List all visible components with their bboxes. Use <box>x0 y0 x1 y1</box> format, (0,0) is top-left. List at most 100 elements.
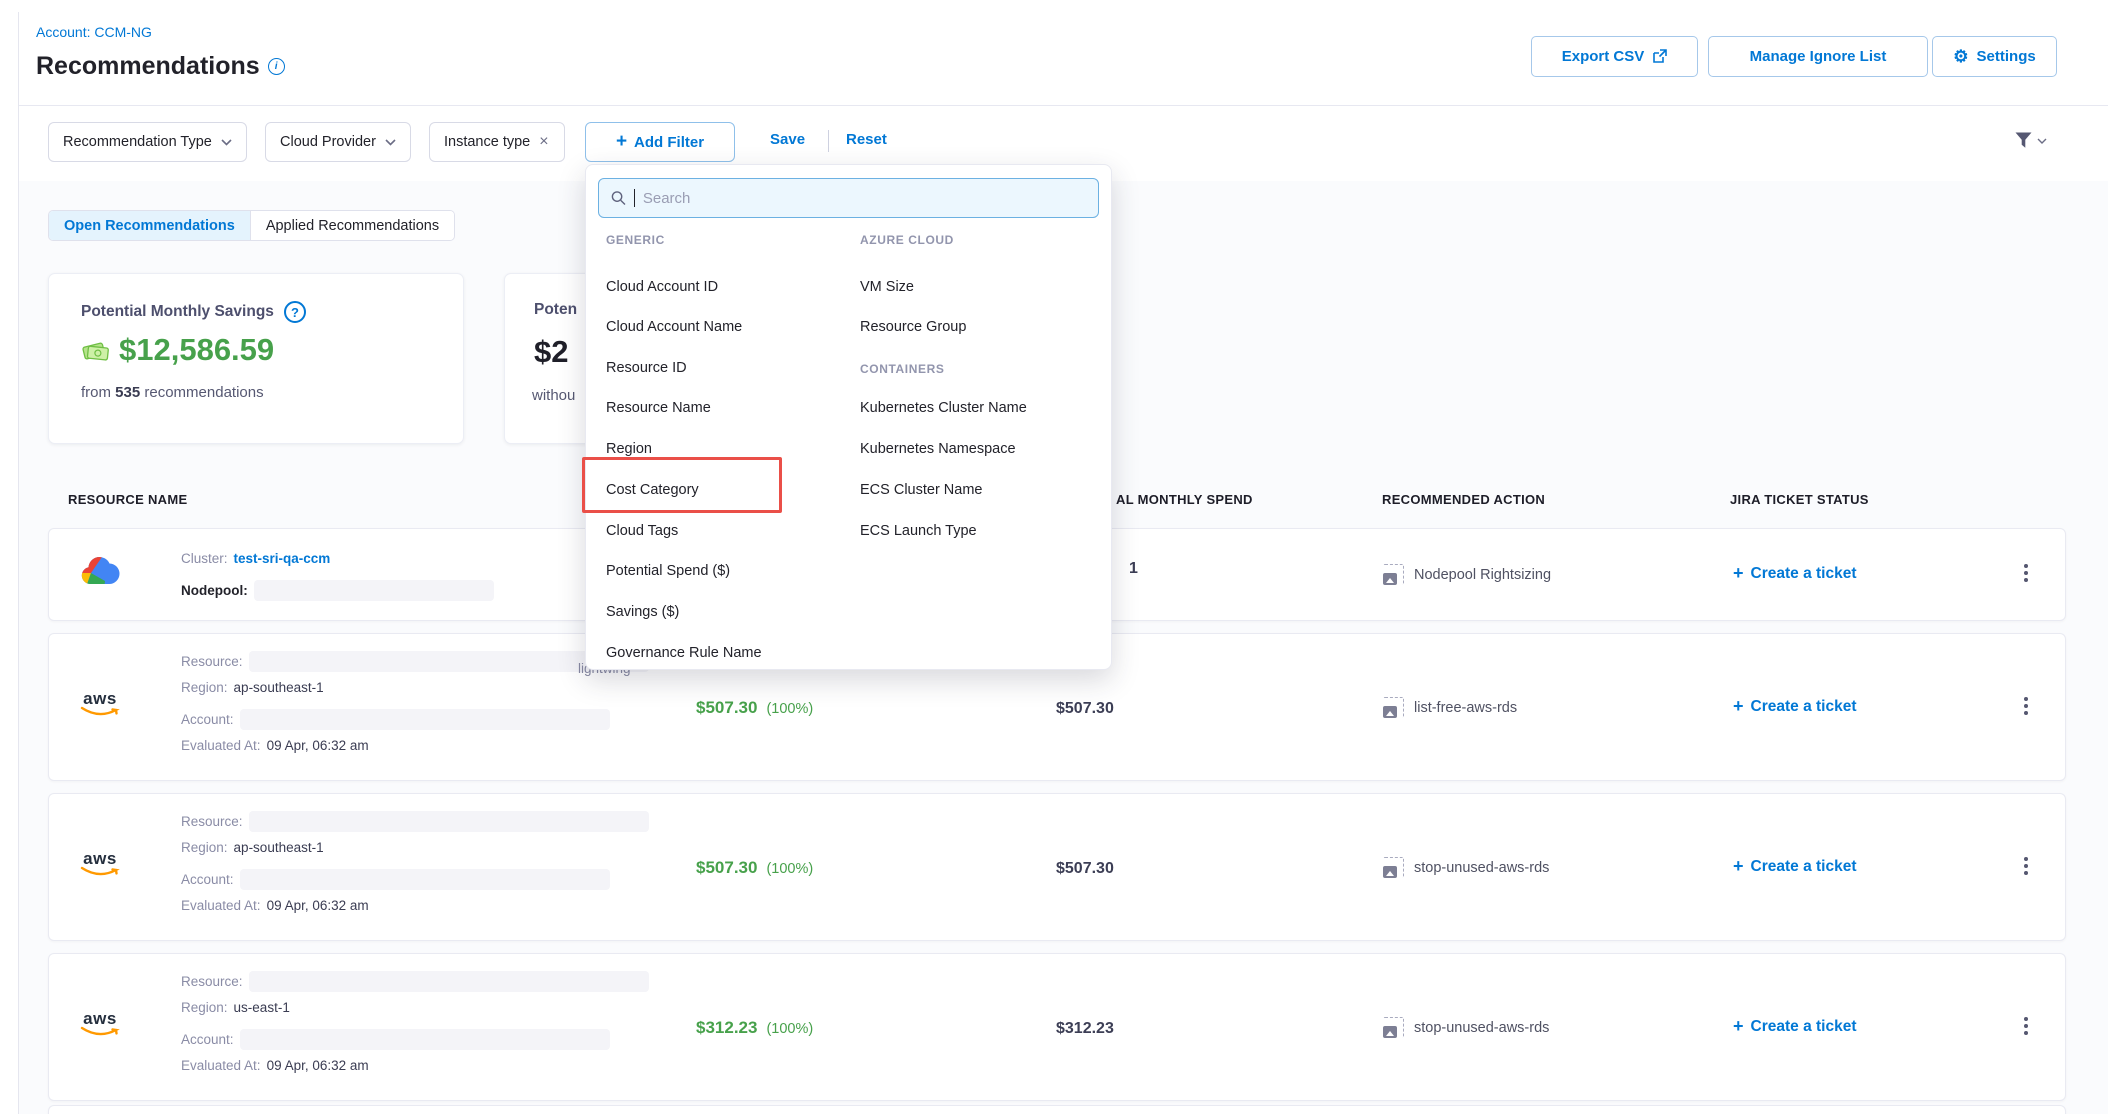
help-icon[interactable]: ? <box>284 301 306 323</box>
tab-open-recommendations[interactable]: Open Recommendations <box>49 211 250 240</box>
filter-option-cost-category[interactable]: Cost Category <box>606 482 699 498</box>
recommended-action-value: stop-unused-aws-rds <box>1414 1020 1549 1036</box>
second-card-title-fragment: Poten <box>534 301 577 319</box>
broken-image-icon <box>1383 1017 1404 1038</box>
settings-button[interactable]: ⚙ Settings <box>1932 36 2057 77</box>
plus-icon: + <box>1733 563 1744 584</box>
recommendations-tabs: Open Recommendations Applied Recommendat… <box>48 210 455 241</box>
evaluated-label: Evaluated At: <box>181 898 261 913</box>
chevron-down-icon <box>2037 138 2047 144</box>
filter-option-cloud-account-name[interactable]: Cloud Account Name <box>606 319 742 335</box>
search-input[interactable] <box>643 190 1086 207</box>
create-ticket-link[interactable]: + Create a ticket <box>1733 696 1857 717</box>
filter-option-resource-name[interactable]: Resource Name <box>606 400 711 416</box>
filter-option-kubernetes-namespace[interactable]: Kubernetes Namespace <box>860 441 1016 457</box>
aws-icon: aws <box>78 692 122 718</box>
close-icon[interactable]: × <box>539 133 548 151</box>
savings-percent: (100%) <box>766 1021 813 1037</box>
account-label: Account: <box>181 712 234 727</box>
chevron-down-icon <box>385 139 396 146</box>
tab-applied-recommendations[interactable]: Applied Recommendations <box>250 211 454 240</box>
create-ticket-link[interactable]: + Create a ticket <box>1733 563 1857 584</box>
create-ticket-link[interactable]: + Create a ticket <box>1733 856 1857 877</box>
chevron-down-icon <box>221 139 232 146</box>
save-filter-link[interactable]: Save <box>770 131 805 148</box>
recommendations-page: Account: CCM-NG Recommendations i Export… <box>0 0 2108 1114</box>
savings-value: $312.23 <box>696 1018 757 1038</box>
plus-icon: + <box>1733 1016 1744 1037</box>
evaluated-label: Evaluated At: <box>181 738 261 753</box>
broken-image-icon <box>1383 857 1404 878</box>
cluster-link[interactable]: test-sri-qa-ccm <box>234 551 331 566</box>
account-label: Account: <box>181 1032 234 1047</box>
savings-amount: $12,586.59 <box>119 332 274 368</box>
filter-option-region[interactable]: Region <box>606 441 652 457</box>
filter-chip-cloud-provider[interactable]: Cloud Provider <box>265 122 411 162</box>
savings-value: $507.30 <box>696 858 757 878</box>
filter-option-ecs-launch-type[interactable]: ECS Launch Type <box>860 523 977 539</box>
filter-option-ecs-cluster-name[interactable]: ECS Cluster Name <box>860 482 982 498</box>
table-row[interactable]: aws Resource: Region:us-east-1 Account: … <box>48 953 2066 1101</box>
recommended-action-value: Nodepool Rightsizing <box>1414 567 1551 583</box>
redacted-resource-value <box>249 971 649 992</box>
plus-icon: + <box>1733 856 1744 877</box>
filter-chip-instance-type[interactable]: Instance type × <box>429 122 565 162</box>
add-filter-dropdown: GENERIC Cloud Account ID Cloud Account N… <box>585 164 1112 670</box>
filter-option-governance-rule-name[interactable]: Governance Rule Name <box>606 645 762 661</box>
resource-label: Resource: <box>181 974 243 989</box>
evaluated-value: 09 Apr, 06:32 am <box>267 898 369 913</box>
savings-percent: (100%) <box>766 861 813 877</box>
row-menu-button[interactable] <box>2017 561 2035 585</box>
add-filter-button[interactable]: + Add Filter <box>585 122 735 162</box>
info-icon[interactable]: i <box>268 58 285 75</box>
savings-value: $507.30 <box>696 698 757 718</box>
section-header-containers: CONTAINERS <box>860 362 944 376</box>
spend-value: $507.30 <box>1056 860 1114 878</box>
column-header-resource-name: RESOURCE NAME <box>68 492 187 507</box>
redacted-resource-value <box>249 811 649 832</box>
column-header-recommended-action: RECOMMENDED ACTION <box>1382 492 1545 507</box>
table-row[interactable] <box>48 1105 2066 1114</box>
money-icon <box>81 338 111 363</box>
filter-option-resource-id[interactable]: Resource ID <box>606 360 687 376</box>
manage-ignore-list-button[interactable]: Manage Ignore List <box>1708 36 1928 77</box>
filter-option-vm-size[interactable]: VM Size <box>860 279 914 295</box>
row-menu-button[interactable] <box>2017 1014 2035 1038</box>
redacted-account-value <box>240 1029 610 1050</box>
plus-icon: + <box>616 131 627 153</box>
savings-card-title: Potential Monthly Savings <box>81 303 274 321</box>
header-divider <box>19 105 2108 106</box>
aws-icon: aws <box>78 852 122 878</box>
redacted-nodepool-value <box>254 580 494 601</box>
region-label: Region: <box>181 680 228 695</box>
filter-option-resource-group[interactable]: Resource Group <box>860 319 966 335</box>
filter-option-kubernetes-cluster-name[interactable]: Kubernetes Cluster Name <box>860 400 1027 416</box>
search-field[interactable] <box>598 178 1099 218</box>
broken-image-icon <box>1383 564 1404 585</box>
row-menu-button[interactable] <box>2017 854 2035 878</box>
filter-option-potential-spend[interactable]: Potential Spend ($) <box>606 563 730 579</box>
filter-option-savings[interactable]: Savings ($) <box>606 604 679 620</box>
external-link-icon <box>1652 49 1667 64</box>
breadcrumb[interactable]: Account: CCM-NG <box>36 24 152 40</box>
table-row[interactable]: aws Resource: Region:ap-southeast-1 Acco… <box>48 793 2066 941</box>
filter-option-cloud-account-id[interactable]: Cloud Account ID <box>606 279 718 295</box>
filter-panel-toggle[interactable] <box>2014 131 2047 150</box>
filter-option-cloud-tags[interactable]: Cloud Tags <box>606 523 678 539</box>
row-menu-button[interactable] <box>2017 694 2035 718</box>
second-card-amount-fragment: $2 <box>534 334 568 370</box>
filter-chip-recommendation-type[interactable]: Recommendation Type <box>48 122 247 162</box>
redacted-account-value <box>240 869 610 890</box>
reset-filter-link[interactable]: Reset <box>846 131 887 148</box>
section-header-azure-cloud: AZURE CLOUD <box>860 233 954 247</box>
region-label: Region: <box>181 840 228 855</box>
potential-monthly-savings-card: Potential Monthly Savings ? $12,586.59 f… <box>48 273 464 444</box>
evaluated-label: Evaluated At: <box>181 1058 261 1073</box>
spend-value: $507.30 <box>1056 700 1114 718</box>
column-header-jira-ticket-status: JIRA TICKET STATUS <box>1730 492 1869 507</box>
page-title: Recommendations i <box>36 52 285 81</box>
account-label: Account: <box>181 872 234 887</box>
export-csv-button[interactable]: Export CSV <box>1531 36 1698 77</box>
recommended-action-value: list-free-aws-rds <box>1414 700 1517 716</box>
create-ticket-link[interactable]: + Create a ticket <box>1733 1016 1857 1037</box>
